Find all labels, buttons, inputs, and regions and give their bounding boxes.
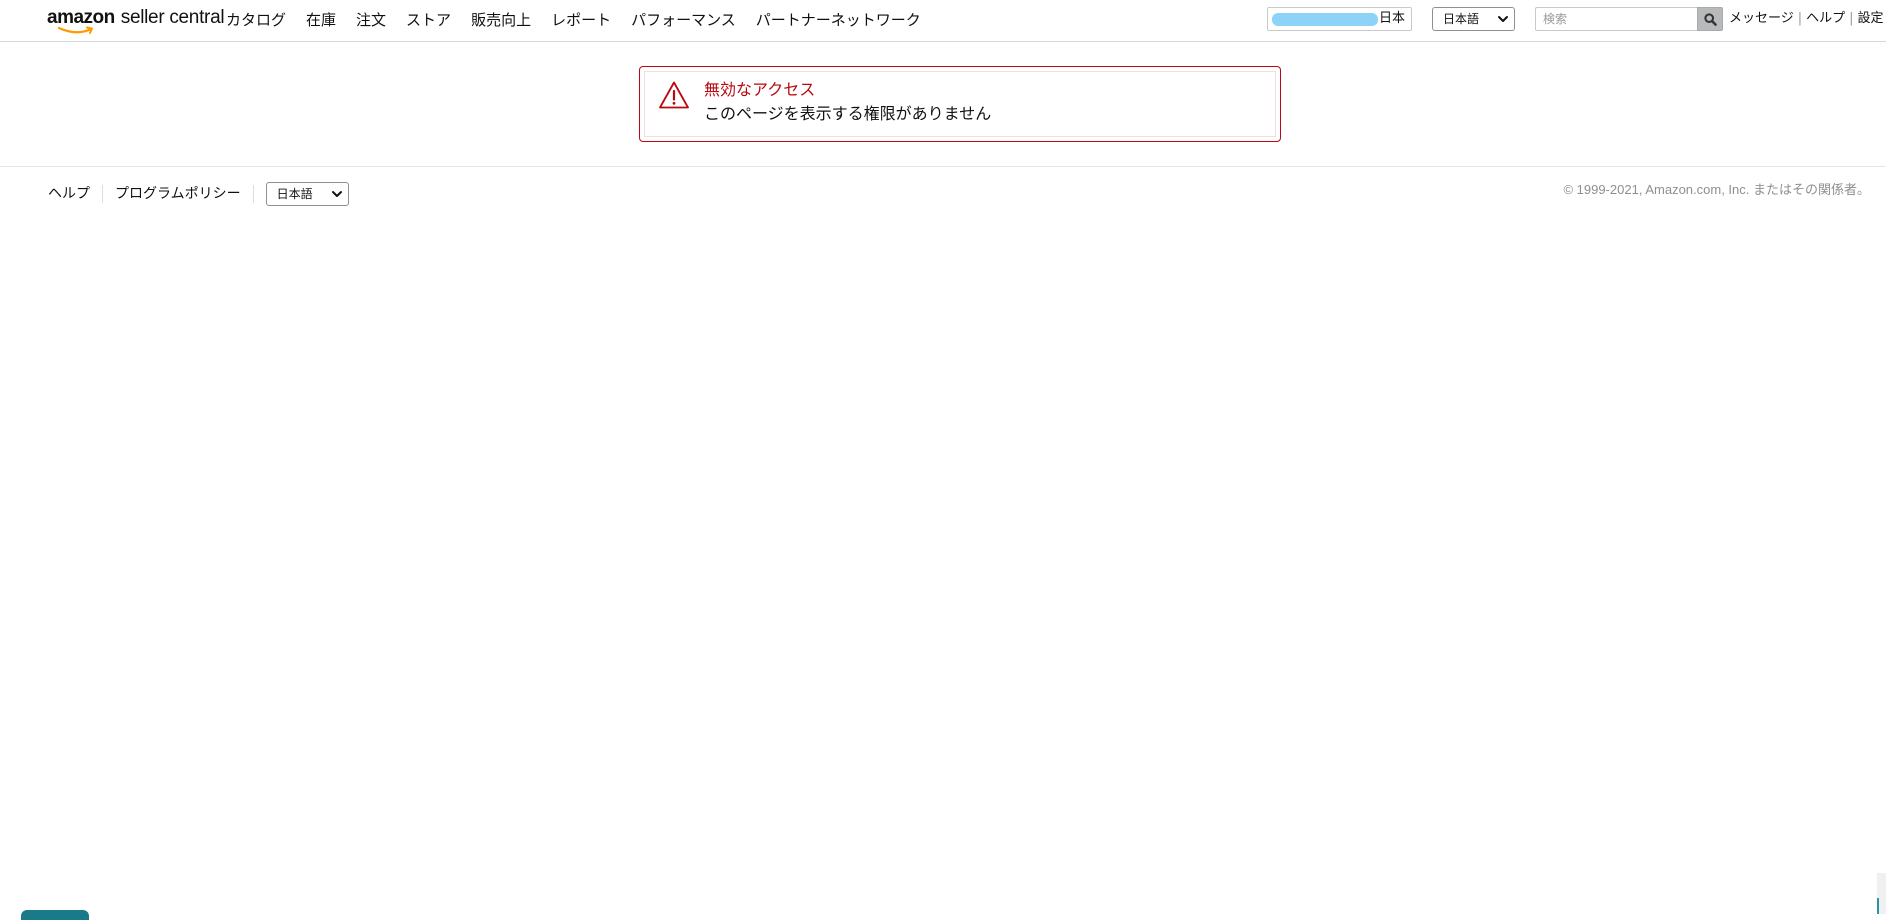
warning-triangle-icon	[659, 81, 689, 109]
chevron-down-icon	[1498, 16, 1508, 22]
feedback-tab[interactable]	[21, 910, 89, 920]
footer-separator	[252, 185, 254, 203]
nav-item-performance[interactable]: パフォーマンス	[631, 9, 736, 31]
language-select[interactable]: 日本語	[1432, 7, 1515, 31]
alert-message: このページを表示する権限がありません	[704, 104, 992, 123]
nav-item-advertising[interactable]: 販売向上	[471, 9, 531, 31]
footer-links: ヘルプ プログラムポリシー 日本語	[48, 182, 349, 206]
footer-separator	[102, 185, 103, 203]
help-link[interactable]: ヘルプ	[1806, 10, 1845, 28]
footer-help-link[interactable]: ヘルプ	[48, 184, 90, 204]
copyright-notice: © 1999-2021, Amazon.com, Inc. またはその関係者。	[1563, 182, 1870, 197]
link-separator: |	[1797, 11, 1803, 26]
language-select-value: 日本語	[1443, 12, 1480, 26]
main-navigation: カタログ 在庫 注文 ストア 販売向上 レポート パフォーマンス パートナーネッ…	[226, 9, 941, 31]
footer-divider	[0, 166, 1886, 167]
nav-item-catalog[interactable]: カタログ	[226, 9, 286, 31]
amazon-smile-icon	[57, 26, 93, 34]
program-policy-link[interactable]: プログラムポリシー	[115, 184, 241, 204]
nav-item-partner-network[interactable]: パートナーネットワーク	[756, 9, 921, 31]
search-button[interactable]	[1697, 7, 1723, 31]
footer-language-select[interactable]: 日本語	[265, 182, 349, 206]
footer-language-select-value: 日本語	[276, 187, 313, 201]
settings-link[interactable]: 設定	[1858, 10, 1884, 28]
chevron-down-icon	[331, 191, 342, 197]
magnifier-icon	[1703, 12, 1717, 26]
marketplace-switcher[interactable]: 日本	[1267, 7, 1412, 31]
nav-item-stores[interactable]: ストア	[406, 9, 451, 31]
redacted-store-name	[1272, 13, 1378, 26]
seller-central-logo[interactable]: amazon seller central	[47, 7, 225, 35]
scrollbar-accent	[1877, 898, 1879, 914]
messages-link[interactable]: メッセージ	[1729, 10, 1794, 28]
access-denied-alert: 無効なアクセス このページを表示する権限がありません	[639, 66, 1281, 142]
nav-item-orders[interactable]: 注文	[356, 9, 386, 31]
alert-title: 無効なアクセス	[704, 80, 816, 99]
link-separator: |	[1849, 11, 1854, 26]
nav-item-inventory[interactable]: 在庫	[306, 9, 336, 31]
nav-item-reports[interactable]: レポート	[551, 9, 611, 31]
search-input[interactable]	[1535, 7, 1698, 31]
utility-links: メッセージ | ヘルプ | 設定	[1729, 10, 1884, 28]
logo-product-text: seller central	[120, 7, 225, 28]
marketplace-country: 日本	[1378, 11, 1405, 26]
top-navigation-bar: amazon seller central カタログ 在庫 注文 ストア 販売向…	[0, 0, 1886, 42]
